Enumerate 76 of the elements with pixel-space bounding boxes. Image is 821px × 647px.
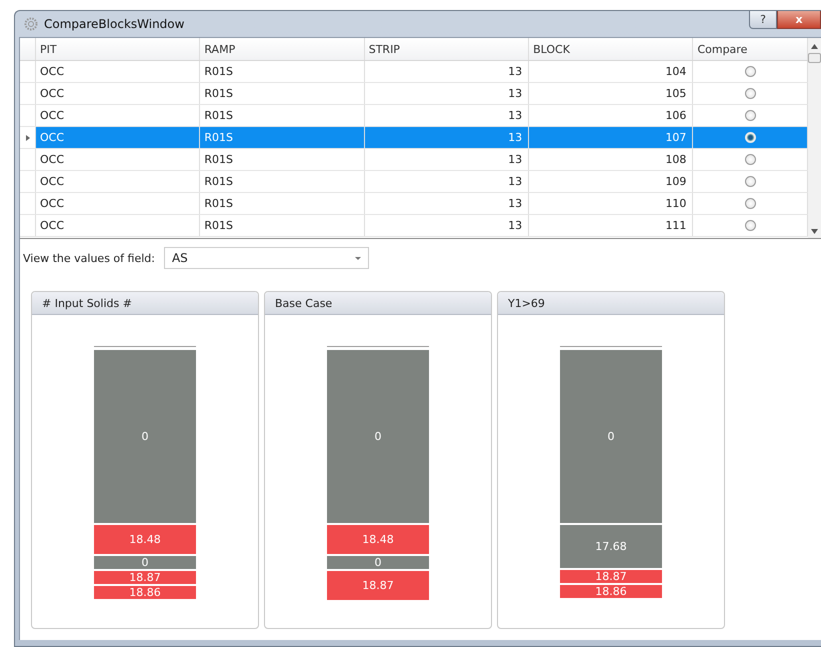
radio-button[interactable] [744, 198, 756, 209]
column-header[interactable]: PIT [36, 38, 200, 60]
window-title: CompareBlocksWindow [44, 17, 184, 31]
field-label: View the values of field: [23, 252, 155, 264]
radio-button[interactable] [744, 176, 756, 187]
scrollbar[interactable] [808, 38, 821, 238]
table-cell: 111 [529, 215, 694, 236]
table-cell: 13 [364, 83, 530, 104]
bar-segment: 0 [560, 350, 662, 523]
row-pointer-icon [26, 134, 30, 140]
table-cell: R01S [200, 61, 365, 82]
bar-segment: 0 [94, 350, 196, 523]
radio-button[interactable] [744, 88, 756, 99]
table-cell: OCC [36, 215, 200, 236]
table-cell: OCC [36, 83, 200, 104]
bar-segment: 17.68 [560, 525, 662, 568]
help-button[interactable]: ? [749, 11, 777, 29]
bar-segment: 18.86 [560, 585, 662, 598]
bar-segment: 0 [94, 556, 196, 569]
table-cell: 13 [364, 193, 530, 214]
table-cell: R01S [200, 105, 365, 126]
table-cell: 13 [364, 61, 530, 82]
table-row[interactable]: OCC R01S 13 108 [20, 149, 808, 171]
bar-segment: 18.87 [94, 571, 196, 584]
bar-segment: 0 [327, 350, 429, 523]
table-cell: 104 [529, 61, 694, 82]
caret-icon [354, 256, 361, 260]
bar-segment: 0 [327, 556, 429, 569]
scroll-down-icon[interactable] [811, 229, 818, 234]
bar-segment: 18.48 [327, 525, 429, 554]
radio-button[interactable] [744, 220, 756, 231]
table-cell: OCC [36, 171, 200, 192]
scroll-thumb[interactable] [808, 53, 821, 63]
gear-icon [23, 16, 39, 32]
panel-title: Y1>69 [508, 296, 545, 310]
table-cell: 108 [529, 149, 694, 170]
table-row[interactable]: OCC R01S 13 105 [20, 83, 808, 105]
table-cell: 13 [364, 171, 530, 192]
bar-segment: 18.87 [560, 570, 662, 583]
table-cell: 107 [529, 127, 694, 148]
radio-button[interactable] [744, 154, 756, 165]
table-cell: 109 [529, 171, 694, 192]
column-header[interactable]: RAMP [200, 38, 365, 60]
table-row[interactable]: OCC R01S 13 111 [20, 215, 808, 237]
bar-segment: 18.86 [94, 586, 196, 599]
field-dropdown[interactable]: AS [164, 247, 369, 269]
table-cell: 13 [364, 105, 530, 126]
column-header[interactable]: BLOCK [529, 38, 694, 60]
table-cell: R01S [200, 127, 365, 148]
table-row[interactable]: OCC R01S 13 110 [20, 193, 808, 215]
radio-button[interactable] [744, 110, 756, 121]
table-cell: 13 [364, 149, 530, 170]
table-cell: R01S [200, 83, 365, 104]
panel-title: Base Case [275, 296, 332, 310]
table-cell: 13 [364, 127, 530, 148]
table-cell: OCC [36, 193, 200, 214]
table-cell: 106 [529, 105, 694, 126]
bar-segment: 18.48 [94, 525, 196, 554]
table-cell: R01S [200, 193, 365, 214]
scroll-up-icon[interactable] [811, 44, 818, 49]
table-cell: 13 [364, 215, 530, 236]
table-cell: OCC [36, 127, 200, 148]
table-cell: OCC [36, 105, 200, 126]
panel-title: # Input Solids # [42, 296, 132, 310]
radio-button[interactable] [744, 66, 756, 77]
table-row[interactable]: OCC R01S 13 109 [20, 171, 808, 193]
table-cell: OCC [36, 149, 200, 170]
table-cell: R01S [200, 171, 365, 192]
column-header[interactable]: STRIP [364, 38, 530, 60]
table-cell: R01S [200, 149, 365, 170]
table-cell: 110 [529, 193, 694, 214]
table-cell: OCC [36, 61, 200, 82]
table-cell: R01S [200, 215, 365, 236]
table-row[interactable]: OCC R01S 13 104 [20, 61, 808, 83]
table-cell: 105 [529, 83, 694, 104]
bar-segment: 18.87 [327, 571, 429, 600]
